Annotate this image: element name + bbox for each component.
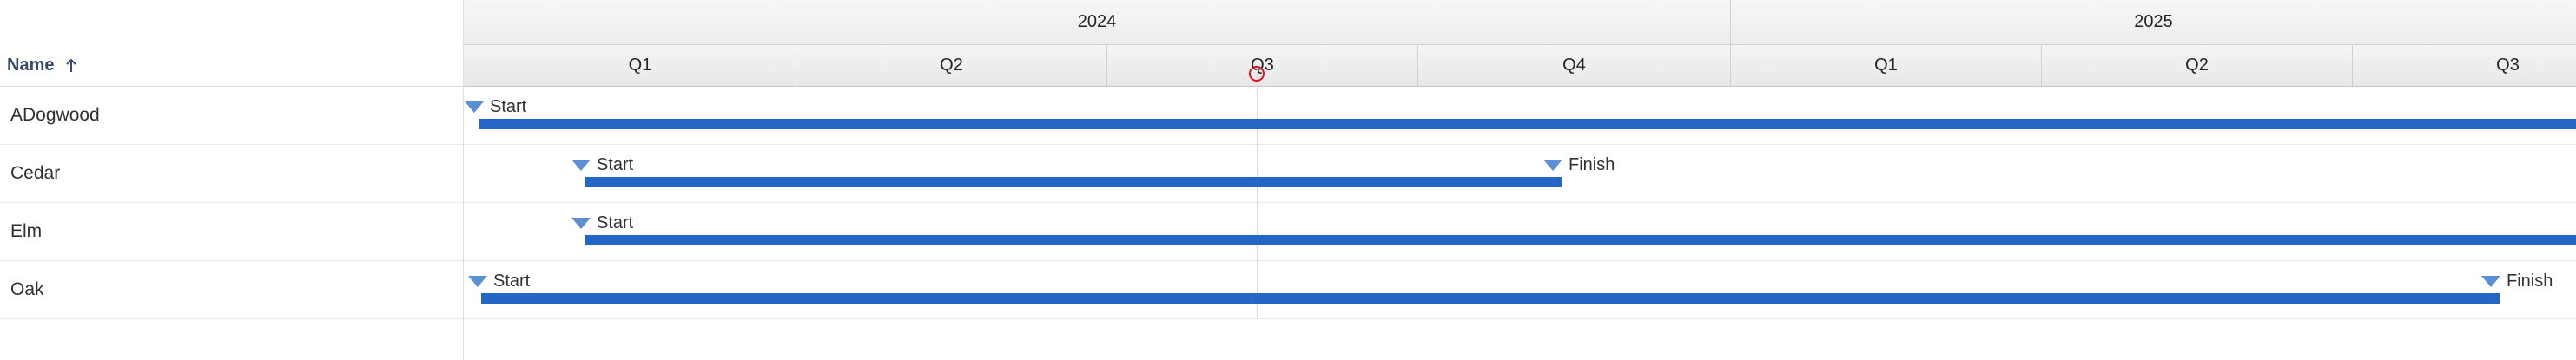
quarter-cell: Q2 (796, 45, 1106, 86)
finish-label: Finish (1569, 155, 1615, 174)
today-marker-icon[interactable] (1249, 66, 1265, 82)
name-column-header[interactable]: Name (7, 56, 78, 75)
start-milestone-icon[interactable] (468, 276, 487, 288)
name-column-label: Name (7, 56, 55, 75)
start-label: Start (490, 97, 527, 116)
grid-header: Name (0, 0, 463, 87)
quarter-cell: Q3 (2352, 45, 2576, 86)
today-line (1257, 68, 1258, 319)
task-bar[interactable] (585, 177, 1562, 187)
chart-row-divider (464, 260, 2576, 261)
quarter-cell: Q1 (1730, 45, 2041, 86)
grid-row[interactable]: Oak (0, 261, 463, 319)
finish-label: Finish (2507, 272, 2553, 291)
task-bar[interactable] (585, 235, 2576, 245)
quarter-cell: Q3 (1106, 45, 1417, 86)
row-name: ADogwood (10, 105, 100, 125)
quarter-cell: Q4 (1417, 45, 1730, 86)
start-label: Start (597, 213, 634, 232)
start-label: Start (493, 272, 531, 291)
chart-row-divider (464, 318, 2576, 319)
start-milestone-icon[interactable] (571, 160, 591, 172)
grid-row[interactable]: Cedar (0, 145, 463, 203)
timescale-quarters: Q1 Q2 Q3 Q4 Q1 Q2 Q3 (464, 45, 2576, 87)
finish-milestone-icon[interactable] (1543, 160, 1562, 172)
timescale-years: 2024 2025 (464, 0, 2576, 45)
finish-milestone-icon[interactable] (2481, 276, 2500, 288)
row-name: Cedar (10, 163, 61, 183)
start-label: Start (597, 155, 634, 174)
row-name: Oak (10, 279, 44, 299)
row-name: Elm (10, 221, 43, 241)
start-milestone-icon[interactable] (465, 101, 484, 114)
quarter-cell: Q1 (628, 56, 652, 75)
chart-row-divider (464, 144, 2576, 145)
quarter-cell: Q2 (2041, 45, 2352, 86)
year-cell: 2024 (1077, 12, 1117, 31)
start-milestone-icon[interactable] (571, 218, 591, 230)
grid-row[interactable]: Elm (0, 203, 463, 261)
grid-pane: Name ADogwood Cedar Elm Oak (0, 0, 463, 360)
task-bar[interactable] (479, 119, 2576, 129)
task-bar[interactable] (481, 293, 2500, 304)
grid-row[interactable]: ADogwood (0, 87, 463, 145)
year-cell: 2025 (1730, 0, 2576, 44)
sort-ascending-icon[interactable] (64, 58, 78, 74)
chart-row-divider (464, 202, 2576, 203)
gantt-chart-pane: 2024 2025 Q1 Q2 Q3 Q4 Q1 Q2 Q3 Start Sta… (464, 0, 2576, 360)
